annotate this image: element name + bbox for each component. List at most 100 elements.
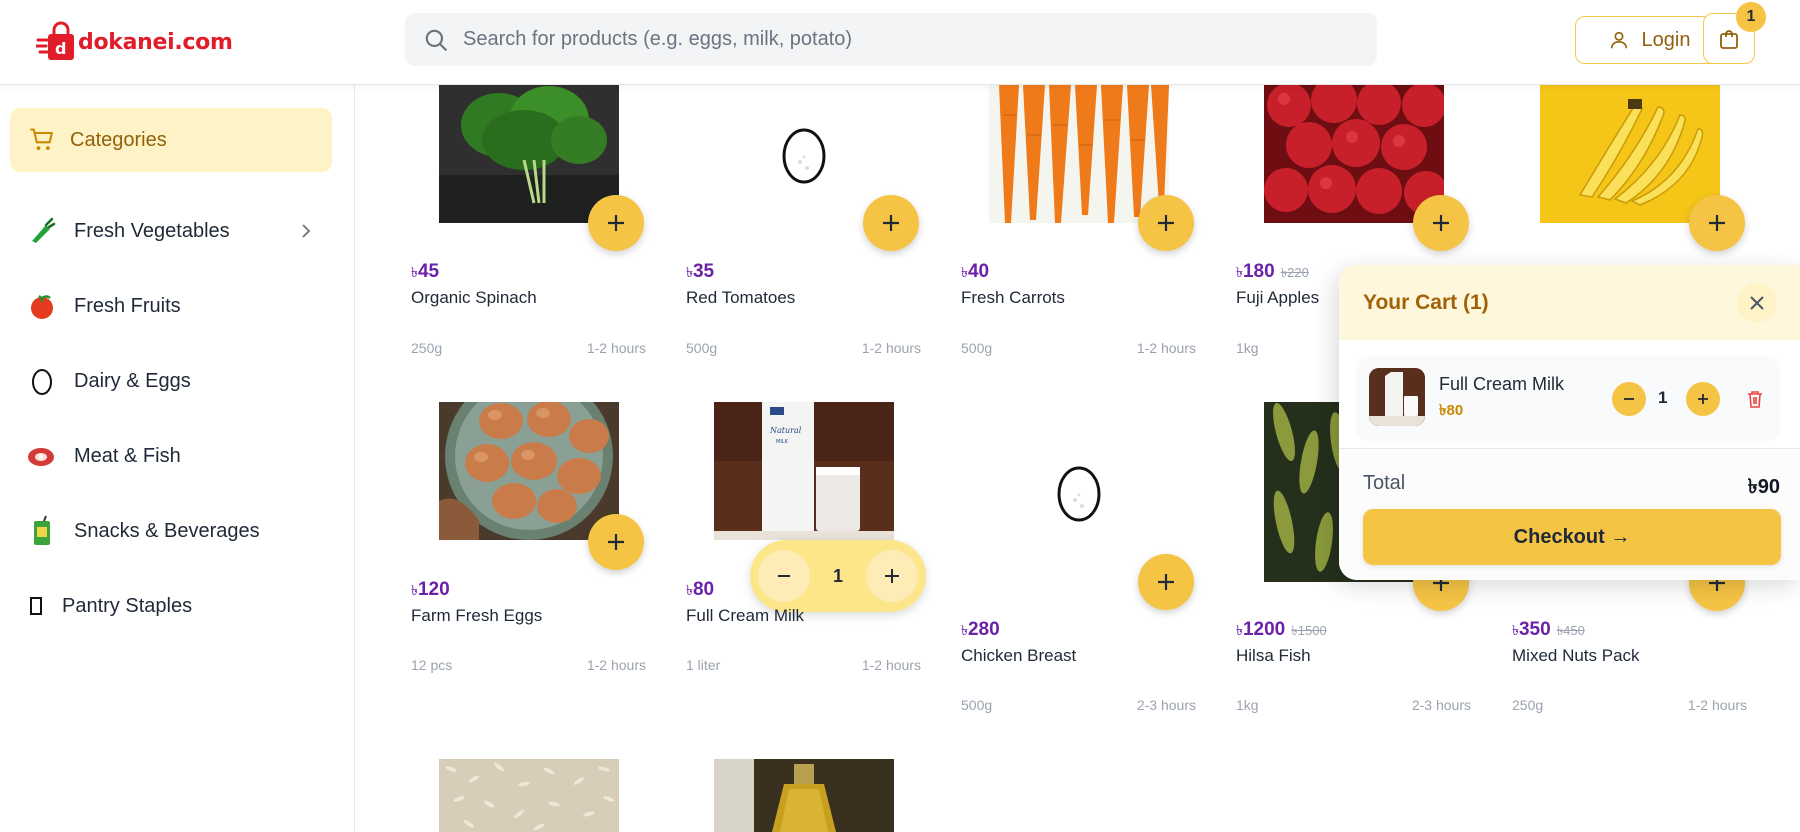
cart-decrease-button[interactable] <box>1612 382 1646 416</box>
product-card-full-cream-milk[interactable]: itambé Natural MILK 1 ৳80 Full Cream Mil… <box>686 402 926 732</box>
product-meta: 500g 2-3 hours <box>961 697 1196 713</box>
add-to-cart-button[interactable] <box>588 514 644 570</box>
cart-increase-button[interactable] <box>1686 382 1720 416</box>
product-image[interactable] <box>1540 85 1720 223</box>
sidebar-item-fresh-vegetables[interactable]: Fresh Vegetables <box>26 209 316 253</box>
plus-icon <box>1709 215 1725 231</box>
product-price: ৳1200 ৳1500 <box>1236 619 1327 643</box>
product-name: Organic Spinach <box>411 288 537 307</box>
product-name: Chicken Breast <box>961 646 1077 665</box>
add-to-cart-button[interactable] <box>1138 554 1194 610</box>
increase-quantity-button[interactable] <box>865 550 918 602</box>
close-icon <box>1750 296 1764 310</box>
product-name: Fuji Apples <box>1236 288 1320 307</box>
trash-icon[interactable] <box>1744 388 1766 410</box>
fruit-icon <box>26 290 58 322</box>
delivery-time: 2-3 hours <box>1411 697 1471 713</box>
egg-placeholder-icon <box>782 128 826 184</box>
egg-icon <box>26 365 58 397</box>
product-card-farm-fresh-eggs[interactable]: ৳120 Farm Fresh Eggs 12 pcs 1-2 hours <box>411 402 651 732</box>
cart-item: Full Cream Milk ৳80 1 <box>1356 356 1780 441</box>
total-value: ৳90 <box>1747 476 1780 498</box>
product-name: Fresh Carrots <box>961 288 1065 307</box>
plus-icon <box>608 215 624 231</box>
product-quantity: 12 pcs <box>411 657 453 673</box>
product-card-red-tomatoes[interactable]: ৳35 Red Tomatoes 500g 1-2 hours <box>686 85 926 415</box>
sidebar-item-label: Dairy & Eggs <box>74 369 191 392</box>
product-price: ৳35 <box>686 261 715 282</box>
cart-count-badge: 1 <box>1736 2 1766 32</box>
sidebar-item-pantry-staples[interactable]: Pantry Staples <box>26 584 316 628</box>
add-to-cart-button[interactable] <box>863 195 919 251</box>
plus-icon <box>1698 394 1708 404</box>
product-name: Red Tomatoes <box>686 288 796 307</box>
svg-text:MILK: MILK <box>776 439 789 445</box>
category-sidebar: Categories Fresh Vegetables Fresh Fruits… <box>0 85 355 832</box>
add-to-cart-button[interactable] <box>1413 195 1469 251</box>
add-to-cart-button[interactable] <box>1138 195 1194 251</box>
search-bar <box>405 13 1377 66</box>
product-meta: 500g 1-2 hours <box>686 340 921 356</box>
logo-text: dokanei.com <box>78 29 233 55</box>
product-price: ৳120 <box>411 579 450 600</box>
product-name: Mixed Nuts Pack <box>1512 646 1640 665</box>
product-image[interactable] <box>1264 85 1444 223</box>
product-name: Hilsa Fish <box>1236 646 1311 665</box>
product-image[interactable] <box>714 759 894 832</box>
product-quantity: 500g <box>961 340 993 356</box>
product-card-chicken-breast[interactable]: ৳280 Chicken Breast 500g 2-3 hours <box>961 402 1201 732</box>
product-price: ৳280 <box>961 619 1000 640</box>
decrease-quantity-button[interactable] <box>758 550 810 602</box>
sidebar-item-label: Snacks & Beverages <box>74 519 260 542</box>
search-input[interactable] <box>463 13 1343 66</box>
product-image-placeholder[interactable] <box>989 402 1169 582</box>
login-button[interactable]: Login <box>1575 16 1723 64</box>
sidebar-item-snacks-beverages[interactable]: Snacks & Beverages <box>26 509 316 553</box>
product-quantity: 1kg <box>1236 340 1259 356</box>
cart-footer: Total ৳90 Checkout → <box>1339 448 1800 580</box>
delivery-time: 2-3 hours <box>1136 697 1196 713</box>
delivery-time: 1-2 hours <box>1687 697 1747 713</box>
product-name: Farm Fresh Eggs <box>411 606 543 625</box>
product-card-cooking-oil[interactable] <box>686 759 926 832</box>
add-to-cart-button[interactable] <box>1689 195 1745 251</box>
product-meta: 250g 1-2 hours <box>411 340 646 356</box>
chevron-right-icon <box>302 224 311 238</box>
top-header: d dokanei.com Login 1 <box>0 0 1800 85</box>
product-name: Full Cream Milk <box>686 606 805 625</box>
sidebar-item-dairy-eggs[interactable]: Dairy & Eggs <box>26 359 316 403</box>
product-price: ৳45 <box>411 261 440 282</box>
checkout-button[interactable]: Checkout → <box>1363 509 1781 565</box>
original-price: ৳1500 <box>1291 623 1327 638</box>
delivery-time: 1-2 hours <box>586 657 646 673</box>
product-image[interactable] <box>989 85 1169 223</box>
product-quantity: 1 liter <box>686 657 721 673</box>
beverage-icon <box>26 515 58 547</box>
add-to-cart-button[interactable] <box>588 195 644 251</box>
product-image[interactable] <box>439 85 619 223</box>
sidebar-item-label: Pantry Staples <box>62 594 193 617</box>
egg-placeholder-icon <box>1057 466 1101 522</box>
sidebar-item-meat-fish[interactable]: Meat & Fish <box>26 434 316 478</box>
product-image[interactable]: itambé Natural MILK <box>714 402 894 540</box>
product-card-organic-spinach[interactable]: ৳45 Organic Spinach 250g 1-2 hours <box>411 85 651 415</box>
product-quantity: 500g <box>686 340 718 356</box>
product-quantity: 250g <box>411 340 443 356</box>
product-image-placeholder[interactable] <box>714 85 894 223</box>
shopping-bag-logo-icon: d <box>36 21 74 60</box>
product-card-fresh-carrots[interactable]: ৳40 Fresh Carrots 500g 1-2 hours <box>961 85 1201 415</box>
categories-header[interactable]: Categories <box>10 108 332 172</box>
product-price: ৳350 ৳450 <box>1512 619 1585 643</box>
product-meta: 250g 1-2 hours <box>1512 697 1747 713</box>
sidebar-item-label: Fresh Vegetables <box>74 219 230 242</box>
plus-icon <box>883 215 899 231</box>
product-image[interactable] <box>439 759 619 832</box>
delivery-time: 1-2 hours <box>861 657 921 673</box>
plus-icon <box>1433 215 1449 231</box>
product-meta: 1kg 2-3 hours <box>1236 697 1471 713</box>
product-card-rice[interactable] <box>411 759 651 832</box>
logo[interactable]: d dokanei.com <box>36 14 233 70</box>
sidebar-item-fresh-fruits[interactable]: Fresh Fruits <box>26 284 316 328</box>
close-cart-button[interactable] <box>1737 283 1777 323</box>
product-image[interactable] <box>439 402 619 540</box>
